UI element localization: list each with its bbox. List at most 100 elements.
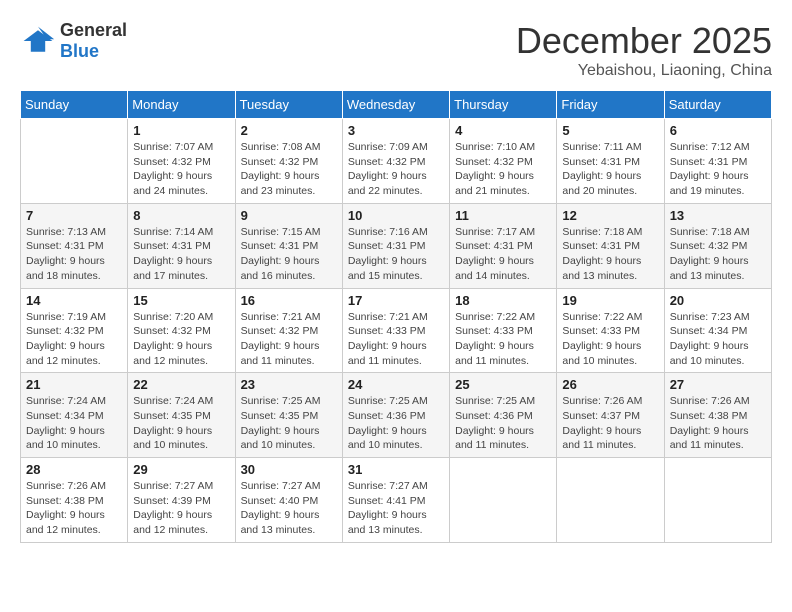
- day-info: Sunrise: 7:19 AMSunset: 4:32 PMDaylight:…: [26, 310, 122, 369]
- title-block: December 2025 Yebaishou, Liaoning, China: [516, 20, 772, 80]
- day-info: Sunrise: 7:20 AMSunset: 4:32 PMDaylight:…: [133, 310, 229, 369]
- day-number: 18: [455, 293, 551, 308]
- calendar-cell: 28Sunrise: 7:26 AMSunset: 4:38 PMDayligh…: [21, 458, 128, 543]
- day-number: 14: [26, 293, 122, 308]
- calendar-cell: 22Sunrise: 7:24 AMSunset: 4:35 PMDayligh…: [128, 373, 235, 458]
- calendar-week-row: 7 Sunrise: 7:13 AMSunset: 4:31 PMDaylight…: [21, 203, 772, 288]
- day-number: 24: [348, 377, 444, 392]
- day-number: 5: [562, 123, 658, 138]
- day-number: 30: [241, 462, 337, 477]
- calendar-cell: 29 Sunrise: 7:27 AMSunset: 4:39 PMDayligh…: [128, 458, 235, 543]
- day-number: 8: [133, 208, 229, 223]
- day-info: Sunrise: 7:22 AMSunset: 4:33 PMDaylight:…: [562, 310, 658, 369]
- day-info: Sunrise: 7:11 AMSunset: 4:31 PMDaylight:…: [562, 140, 658, 199]
- calendar-cell: 4 Sunrise: 7:10 AMSunset: 4:32 PMDaylight…: [450, 119, 557, 204]
- calendar-cell: [450, 458, 557, 543]
- calendar-cell: 6 Sunrise: 7:12 AMSunset: 4:31 PMDaylight…: [664, 119, 771, 204]
- day-number: 10: [348, 208, 444, 223]
- day-info: Sunrise: 7:22 AMSunset: 4:33 PMDaylight:…: [455, 310, 551, 369]
- calendar-cell: 26Sunrise: 7:26 AMSunset: 4:37 PMDayligh…: [557, 373, 664, 458]
- day-info: Sunrise: 7:26 AMSunset: 4:37 PMDaylight:…: [562, 394, 658, 453]
- calendar-table: SundayMondayTuesdayWednesdayThursdayFrid…: [20, 90, 772, 543]
- logo-icon: [20, 23, 56, 59]
- day-number: 23: [241, 377, 337, 392]
- calendar-cell: 14 Sunrise: 7:19 AMSunset: 4:32 PMDayligh…: [21, 288, 128, 373]
- calendar-cell: 5 Sunrise: 7:11 AMSunset: 4:31 PMDaylight…: [557, 119, 664, 204]
- calendar-cell: 19Sunrise: 7:22 AMSunset: 4:33 PMDayligh…: [557, 288, 664, 373]
- day-info: Sunrise: 7:21 AMSunset: 4:33 PMDaylight:…: [348, 310, 444, 369]
- day-number: 6: [670, 123, 766, 138]
- day-info: Sunrise: 7:10 AMSunset: 4:32 PMDaylight:…: [455, 140, 551, 199]
- day-number: 15: [133, 293, 229, 308]
- day-info: Sunrise: 7:17 AMSunset: 4:31 PMDaylight:…: [455, 225, 551, 284]
- calendar-cell: [664, 458, 771, 543]
- calendar-week-row: 14 Sunrise: 7:19 AMSunset: 4:32 PMDayligh…: [21, 288, 772, 373]
- calendar-cell: 10 Sunrise: 7:16 AMSunset: 4:31 PMDayligh…: [342, 203, 449, 288]
- calendar-cell: 9 Sunrise: 7:15 AMSunset: 4:31 PMDaylight…: [235, 203, 342, 288]
- day-number: 29: [133, 462, 229, 477]
- day-info: Sunrise: 7:27 AMSunset: 4:41 PMDaylight:…: [348, 479, 444, 538]
- day-info: Sunrise: 7:16 AMSunset: 4:31 PMDaylight:…: [348, 225, 444, 284]
- calendar-cell: 8Sunrise: 7:14 AMSunset: 4:31 PMDaylight…: [128, 203, 235, 288]
- day-info: Sunrise: 7:21 AMSunset: 4:32 PMDaylight:…: [241, 310, 337, 369]
- day-number: 1: [133, 123, 229, 138]
- day-number: 12: [562, 208, 658, 223]
- day-number: 25: [455, 377, 551, 392]
- calendar-cell: [557, 458, 664, 543]
- calendar-cell: [21, 119, 128, 204]
- day-info: Sunrise: 7:18 AMSunset: 4:31 PMDaylight:…: [562, 225, 658, 284]
- day-info: Sunrise: 7:25 AMSunset: 4:36 PMDaylight:…: [455, 394, 551, 453]
- day-number: 17: [348, 293, 444, 308]
- column-header-thursday: Thursday: [450, 91, 557, 119]
- day-info: Sunrise: 7:27 AMSunset: 4:40 PMDaylight:…: [241, 479, 337, 538]
- location-subtitle: Yebaishou, Liaoning, China: [516, 62, 772, 80]
- calendar-header-row: SundayMondayTuesdayWednesdayThursdayFrid…: [21, 91, 772, 119]
- day-info: Sunrise: 7:25 AMSunset: 4:35 PMDaylight:…: [241, 394, 337, 453]
- day-info: Sunrise: 7:23 AMSunset: 4:34 PMDaylight:…: [670, 310, 766, 369]
- calendar-cell: 30 Sunrise: 7:27 AMSunset: 4:40 PMDayligh…: [235, 458, 342, 543]
- calendar-cell: 31Sunrise: 7:27 AMSunset: 4:41 PMDayligh…: [342, 458, 449, 543]
- day-info: Sunrise: 7:13 AMSunset: 4:31 PMDaylight:…: [26, 225, 122, 284]
- day-info: Sunrise: 7:26 AMSunset: 4:38 PMDaylight:…: [670, 394, 766, 453]
- day-info: Sunrise: 7:15 AMSunset: 4:31 PMDaylight:…: [241, 225, 337, 284]
- calendar-cell: 11 Sunrise: 7:17 AMSunset: 4:31 PMDayligh…: [450, 203, 557, 288]
- day-info: Sunrise: 7:07 AMSunset: 4:32 PMDaylight:…: [133, 140, 229, 199]
- column-header-saturday: Saturday: [664, 91, 771, 119]
- calendar-cell: 13Sunrise: 7:18 AMSunset: 4:32 PMDayligh…: [664, 203, 771, 288]
- calendar-cell: 20 Sunrise: 7:23 AMSunset: 4:34 PMDayligh…: [664, 288, 771, 373]
- calendar-cell: 24 Sunrise: 7:25 AMSunset: 4:36 PMDayligh…: [342, 373, 449, 458]
- day-number: 4: [455, 123, 551, 138]
- month-title: December 2025: [516, 20, 772, 62]
- day-info: Sunrise: 7:27 AMSunset: 4:39 PMDaylight:…: [133, 479, 229, 538]
- calendar-cell: 15 Sunrise: 7:20 AMSunset: 4:32 PMDayligh…: [128, 288, 235, 373]
- calendar-cell: 17 Sunrise: 7:21 AMSunset: 4:33 PMDayligh…: [342, 288, 449, 373]
- day-info: Sunrise: 7:12 AMSunset: 4:31 PMDaylight:…: [670, 140, 766, 199]
- calendar-cell: 3 Sunrise: 7:09 AMSunset: 4:32 PMDaylight…: [342, 119, 449, 204]
- calendar-cell: 18 Sunrise: 7:22 AMSunset: 4:33 PMDayligh…: [450, 288, 557, 373]
- calendar-week-row: 28Sunrise: 7:26 AMSunset: 4:38 PMDayligh…: [21, 458, 772, 543]
- calendar-cell: 1 Sunrise: 7:07 AMSunset: 4:32 PMDaylight…: [128, 119, 235, 204]
- day-number: 11: [455, 208, 551, 223]
- day-number: 9: [241, 208, 337, 223]
- calendar-cell: 23 Sunrise: 7:25 AMSunset: 4:35 PMDayligh…: [235, 373, 342, 458]
- day-info: Sunrise: 7:09 AMSunset: 4:32 PMDaylight:…: [348, 140, 444, 199]
- day-info: Sunrise: 7:25 AMSunset: 4:36 PMDaylight:…: [348, 394, 444, 453]
- calendar-cell: 16Sunrise: 7:21 AMSunset: 4:32 PMDayligh…: [235, 288, 342, 373]
- page-header: General Blue December 2025 Yebaishou, Li…: [20, 20, 772, 80]
- day-info: Sunrise: 7:24 AMSunset: 4:35 PMDaylight:…: [133, 394, 229, 453]
- calendar-cell: 21Sunrise: 7:24 AMSunset: 4:34 PMDayligh…: [21, 373, 128, 458]
- day-number: 7: [26, 208, 122, 223]
- day-info: Sunrise: 7:08 AMSunset: 4:32 PMDaylight:…: [241, 140, 337, 199]
- day-number: 20: [670, 293, 766, 308]
- day-number: 2: [241, 123, 337, 138]
- logo-text: General Blue: [60, 20, 127, 62]
- column-header-tuesday: Tuesday: [235, 91, 342, 119]
- calendar-cell: 7 Sunrise: 7:13 AMSunset: 4:31 PMDaylight…: [21, 203, 128, 288]
- column-header-wednesday: Wednesday: [342, 91, 449, 119]
- column-header-sunday: Sunday: [21, 91, 128, 119]
- column-header-monday: Monday: [128, 91, 235, 119]
- day-number: 3: [348, 123, 444, 138]
- column-header-friday: Friday: [557, 91, 664, 119]
- day-number: 13: [670, 208, 766, 223]
- calendar-week-row: 21Sunrise: 7:24 AMSunset: 4:34 PMDayligh…: [21, 373, 772, 458]
